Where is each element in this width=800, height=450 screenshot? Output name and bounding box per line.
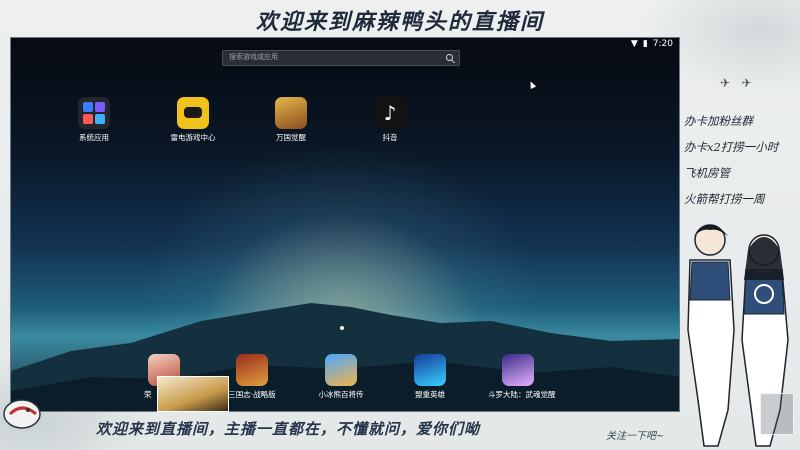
game-xiaobingxiong-icon (325, 354, 357, 386)
app-label: 三国志·战略版 (228, 390, 276, 399)
app-label: 盟重英雄 (415, 390, 445, 399)
page-indicator (340, 326, 344, 330)
emulator-screen[interactable]: ▼ ▮ 7:20 系统应用 雷电游戏中心 万国觉醒 ♪ 抖音 荣 三国志·战略版 (10, 37, 680, 412)
system-apps-icon (78, 97, 110, 129)
app-label: 小冰熊百将传 (318, 390, 364, 399)
streamer-camera (157, 376, 229, 412)
app-douyin[interactable]: ♪ 抖音 (360, 97, 420, 143)
app-label: 斗罗大陆：武魂觉醒 (488, 390, 556, 399)
bottom-welcome-message: 欢迎来到直播间，主播一直都在，不懂就问，爱你们呦 (96, 420, 481, 438)
app-leidian-center[interactable]: 雷电游戏中心 (163, 97, 223, 143)
search-icon[interactable] (446, 54, 453, 61)
app-wanguo[interactable]: 万国觉醒 (261, 97, 321, 143)
stream-title: 欢迎来到麻辣鸭头的直播间 (255, 9, 544, 35)
app-label: 系统应用 (79, 133, 109, 142)
status-time: 7:20 (652, 39, 673, 49)
game-douluo-icon (502, 354, 534, 386)
side-info-list: 办卡加粉丝群 办卡x2打捞一小时 飞机房管 火箭帮打捞一周 (684, 108, 800, 212)
app-label: 抖音 (382, 133, 398, 142)
app-system[interactable]: 系统应用 (64, 97, 124, 143)
tiktok-icon: ♪ (374, 97, 406, 129)
game-wanguo-icon (275, 97, 307, 129)
side-item: 火箭帮打捞一周 (684, 192, 765, 206)
app-douluo[interactable]: 斗罗大陆：武魂觉醒 (488, 354, 556, 400)
app-sanguo[interactable]: 三国志·战略版 (222, 354, 282, 400)
status-bar: ▼ ▮ 7:20 (631, 39, 673, 49)
game-sanguo-icon (236, 354, 268, 386)
bird-decoration-icon: ✈ ✈ (720, 76, 752, 90)
app-xiaobingxiong[interactable]: 小冰熊百将传 (311, 354, 371, 400)
platform-watermark (760, 393, 794, 435)
app-label: 雷电游戏中心 (170, 133, 216, 142)
wifi-icon: ▼ (630, 39, 638, 49)
gamepad-icon (177, 97, 209, 129)
side-item: 办卡x2打捞一小时 (684, 140, 779, 154)
follow-prompt: 关注一下吧~ (606, 431, 665, 442)
search-bar[interactable] (222, 50, 460, 66)
side-item: 办卡加粉丝群 (684, 114, 753, 128)
side-item: 飞机房管 (684, 166, 730, 180)
app-label: 万国觉醒 (276, 133, 306, 142)
search-input[interactable] (229, 51, 429, 65)
battery-icon: ▮ (642, 39, 648, 49)
app-mengzhong[interactable]: 盟重英雄 (400, 354, 460, 400)
game-mengzhong-icon (414, 354, 446, 386)
duck-logo-icon (3, 399, 41, 429)
